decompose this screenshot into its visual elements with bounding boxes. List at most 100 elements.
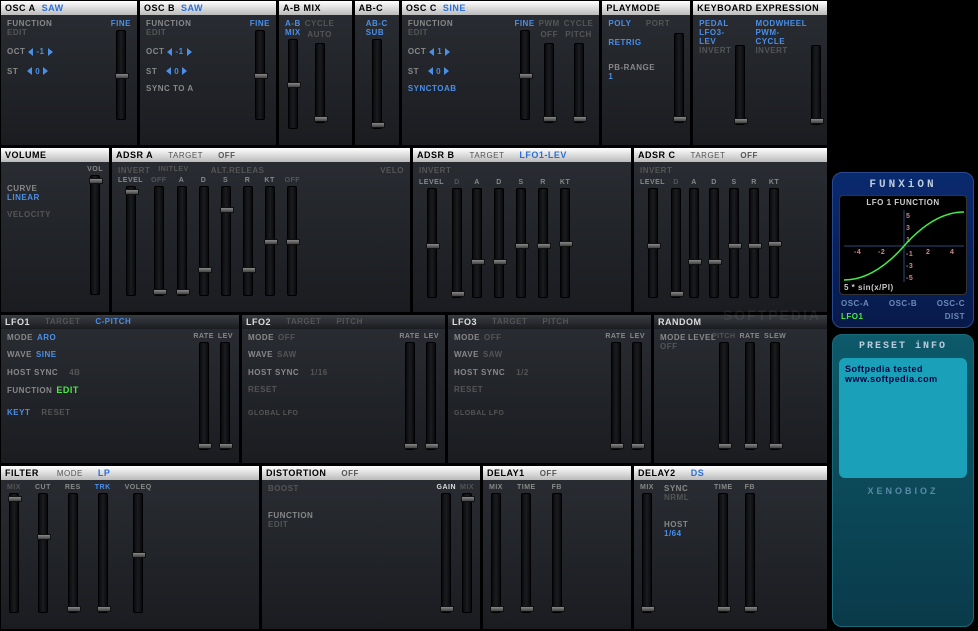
modwheel-button[interactable]: MODWHEEL: [755, 19, 807, 28]
port-slider[interactable]: [674, 33, 684, 123]
st-up-icon[interactable]: [444, 67, 449, 75]
st-up-icon[interactable]: [182, 67, 187, 75]
adsr-b-a[interactable]: [472, 188, 482, 298]
st-down-icon[interactable]: [27, 67, 32, 75]
adsr-b-d[interactable]: [494, 188, 504, 298]
adsr-c-level[interactable]: [648, 188, 658, 298]
lfo1-rate[interactable]: [199, 342, 209, 450]
osc-a-fine-slider[interactable]: [116, 30, 126, 120]
vol-slider[interactable]: [90, 175, 100, 295]
poly-button[interactable]: POLY: [608, 19, 631, 28]
curve-select[interactable]: LINEAR: [7, 193, 83, 202]
adsr-a-r[interactable]: [243, 186, 253, 296]
osc-c-fine-slider[interactable]: [520, 30, 530, 120]
osc-c-pwm-slider[interactable]: [544, 43, 554, 123]
lfo1-wave[interactable]: SINE: [36, 350, 57, 359]
lfo3-lev-button[interactable]: LFO3-LEV: [699, 28, 731, 46]
lfo2-reset[interactable]: RESET: [248, 385, 277, 394]
adsr-a-invert[interactable]: INVERT: [118, 166, 150, 175]
lfo3-reset[interactable]: RESET: [454, 385, 483, 394]
random-level[interactable]: [719, 342, 729, 450]
lfo2-lev[interactable]: [426, 342, 436, 450]
delay2-mix[interactable]: [642, 493, 652, 613]
filter-cut[interactable]: [38, 493, 48, 613]
adsr-b-d0[interactable]: [452, 188, 462, 298]
adsr-c-s[interactable]: [729, 188, 739, 298]
ab-mix-slider[interactable]: [288, 39, 298, 129]
oct-down-icon[interactable]: [429, 48, 434, 56]
delay2-time[interactable]: [718, 493, 728, 613]
pedal-slider[interactable]: [735, 45, 745, 125]
dist-gain[interactable]: [441, 493, 451, 613]
dist-mix[interactable]: [462, 493, 472, 613]
dist-edit[interactable]: EDIT: [268, 520, 433, 529]
oct-down-icon[interactable]: [167, 48, 172, 56]
lfo3-rate[interactable]: [611, 342, 621, 450]
lfo1-mode[interactable]: ARO: [37, 333, 56, 342]
filter-voleq[interactable]: [133, 493, 143, 613]
preset-link[interactable]: www.softpedia.com: [845, 374, 961, 384]
adsr-c-invert[interactable]: INVERT: [640, 166, 821, 175]
oct-up-icon[interactable]: [187, 48, 192, 56]
adsr-a-level[interactable]: [126, 186, 136, 296]
osc-b-sync-a[interactable]: SYNC TO A: [146, 84, 246, 93]
dist-boost[interactable]: BOOST: [268, 484, 433, 493]
adsr-a-kt[interactable]: [265, 186, 275, 296]
delay2-fb[interactable]: [745, 493, 755, 613]
pedal-button[interactable]: PEDAL: [699, 19, 731, 28]
osc-b-edit[interactable]: EDIT: [146, 28, 246, 37]
delay1-time[interactable]: [521, 493, 531, 613]
adsr-a-d[interactable]: [199, 186, 209, 296]
retrig-button[interactable]: RETRIG: [608, 38, 670, 47]
modwheel-slider[interactable]: [811, 45, 821, 125]
adsr-c-kt[interactable]: [769, 188, 779, 298]
delay1-mix[interactable]: [491, 493, 501, 613]
filter-trk[interactable]: [98, 493, 108, 613]
random-slew[interactable]: [770, 342, 780, 450]
adsr-c-d0[interactable]: [671, 188, 681, 298]
osc-c-sync-ab[interactable]: SYNCTOAB: [408, 84, 511, 93]
adsr-b-s[interactable]: [516, 188, 526, 298]
osc-a-edit[interactable]: EDIT: [7, 28, 107, 37]
random-mode[interactable]: OFF: [660, 342, 708, 351]
lfo1-function-edit[interactable]: EDIT: [56, 385, 79, 395]
adsr-a-s[interactable]: [221, 186, 231, 296]
ab-cycle-slider[interactable]: [315, 43, 325, 123]
funxion-tab-lfo1[interactable]: LFO1: [841, 312, 863, 321]
st-down-icon[interactable]: [428, 67, 433, 75]
st-up-icon[interactable]: [43, 67, 48, 75]
pedal-invert[interactable]: INVERT: [699, 46, 731, 55]
filter-mix[interactable]: [9, 493, 19, 613]
st-down-icon[interactable]: [166, 67, 171, 75]
adsr-b-level[interactable]: [427, 188, 437, 298]
delay1-fb[interactable]: [552, 493, 562, 613]
oct-up-icon[interactable]: [445, 48, 450, 56]
modwheel-invert[interactable]: INVERT: [755, 46, 807, 55]
adsr-b-kt[interactable]: [560, 188, 570, 298]
osc-c-edit[interactable]: EDIT: [408, 28, 511, 37]
adsr-c-d[interactable]: [709, 188, 719, 298]
abc-sub-slider[interactable]: [372, 39, 382, 129]
lfo3-mode[interactable]: OFF: [484, 333, 502, 342]
adsr-b-invert[interactable]: INVERT: [419, 166, 625, 175]
adsr-a-initlev[interactable]: [154, 186, 164, 296]
adsr-c-a[interactable]: [689, 188, 699, 298]
lfo1-lev[interactable]: [220, 342, 230, 450]
lfo2-rate[interactable]: [405, 342, 415, 450]
adsr-a-a[interactable]: [177, 186, 187, 296]
adsr-c-r[interactable]: [749, 188, 759, 298]
oct-up-icon[interactable]: [48, 48, 53, 56]
lfo2-mode[interactable]: OFF: [278, 333, 296, 342]
oct-down-icon[interactable]: [28, 48, 33, 56]
lfo3-lev[interactable]: [632, 342, 642, 450]
funxion-tab-osc-b[interactable]: OSC-B: [889, 299, 917, 308]
adsr-b-r[interactable]: [538, 188, 548, 298]
funxion-tab-dist[interactable]: DIST: [945, 312, 965, 321]
funxion-tab-osc-a[interactable]: OSC-A: [841, 299, 869, 308]
adsr-a-velo[interactable]: [287, 186, 297, 296]
osc-b-fine-slider[interactable]: [255, 30, 265, 120]
osc-c-cycle-slider[interactable]: [574, 43, 584, 123]
random-rate[interactable]: [745, 342, 755, 450]
lfo1-reset[interactable]: RESET: [41, 408, 70, 417]
pwm-cycle-button[interactable]: PWM-CYCLE: [755, 28, 807, 46]
